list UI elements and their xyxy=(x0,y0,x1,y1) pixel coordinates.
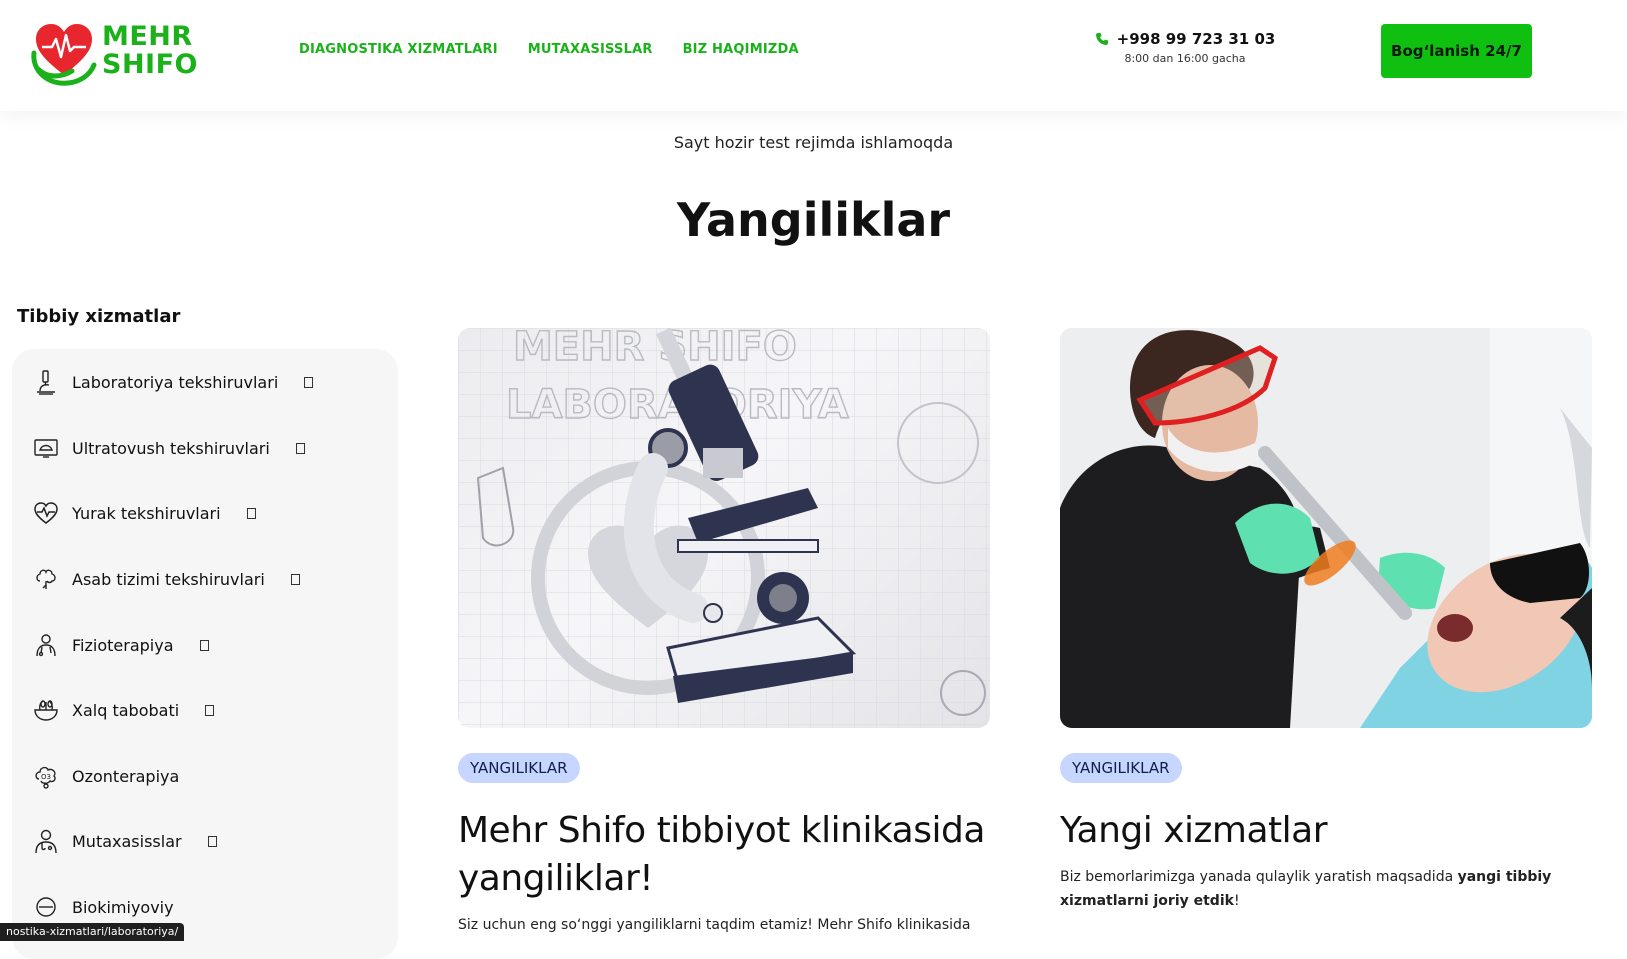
sidebar-item-specialists[interactable]: Mutaxasisslar xyxy=(32,821,217,861)
microscope-icon xyxy=(32,368,60,396)
chevron-right-icon xyxy=(295,442,305,454)
news-excerpt: Siz uchun eng so‘nggi yangiliklarni taqd… xyxy=(458,917,971,933)
news-title[interactable]: Mehr Shifo tibbiyot klinikasida yangilik… xyxy=(458,807,990,903)
sidebar-item-label: Ozonterapiya xyxy=(72,766,180,786)
news-card-image[interactable]: MEHR SHIFO LABORATORIYA xyxy=(458,328,990,728)
news-card-image[interactable] xyxy=(1060,328,1592,728)
contact-button[interactable]: Bog‘lanish 24/7 xyxy=(1381,24,1532,78)
sidebar-item-ultrasound[interactable]: Ultratovush tekshiruvlari xyxy=(32,428,305,468)
page-title: Yangiliklar xyxy=(676,193,951,247)
ozone-icon: O3 xyxy=(32,762,60,790)
sidebar-item-ozone-therapy[interactable]: O3 Ozonterapiya xyxy=(32,756,179,796)
chevron-right-icon xyxy=(207,835,217,847)
sidebar-item-label: Biokimiyoviy xyxy=(72,897,174,917)
phone-block: +998 99 723 31 03 8:00 dan 16:00 gacha xyxy=(1085,30,1285,65)
news-excerpt: Biz bemorlarimizga yanada qulaylik yarat… xyxy=(1060,865,1592,913)
nav-diagnostics[interactable]: DIAGNOSTIKA XIZMATLARI xyxy=(299,42,498,57)
watermark-text-1: MEHR SHIFO xyxy=(513,328,797,370)
category-tag[interactable]: YANGILIKLAR xyxy=(1060,753,1182,783)
sidebar-item-label: Yurak tekshiruvlari xyxy=(72,503,221,523)
heart-pulse-icon xyxy=(32,499,60,527)
chevron-right-icon xyxy=(205,704,215,716)
logo-line-2: SHIFO xyxy=(102,49,198,80)
dentist-photo xyxy=(1060,328,1592,728)
sidebar-item-label: Mutaxasisslar xyxy=(72,831,182,851)
sidebar-item-label: Ultratovush tekshiruvlari xyxy=(72,438,270,458)
main-nav: DIAGNOSTIKA XIZMATLARI MUTAXASISSLAR BIZ… xyxy=(299,42,799,57)
working-hours: 8:00 dan 16:00 gacha xyxy=(1124,52,1246,65)
nav-about[interactable]: BIZ HAQIMIZDA xyxy=(683,42,799,57)
news-card-2[interactable]: YANGILIKLAR Yangi xizmatlar Biz bemorlar… xyxy=(1060,328,1592,913)
ultrasound-icon xyxy=(32,434,60,462)
sidebar-title: Tibbiy xizmatlar xyxy=(17,306,181,327)
status-bar-url: nostika-xizmatlari/laboratoriya/ xyxy=(0,923,185,941)
sidebar-item-nervous-system[interactable]: Asab tizimi tekshiruvlari xyxy=(32,559,300,599)
svg-text:O3: O3 xyxy=(41,773,51,781)
sidebar-panel: Laboratoriya tekshiruvlari Ultratovush t… xyxy=(12,349,398,959)
physiotherapy-icon xyxy=(32,631,60,659)
logo-text: MEHR SHIFO xyxy=(102,23,198,79)
chevron-right-icon xyxy=(246,507,256,519)
sidebar-item-folk-medicine[interactable]: Xalq tabobati xyxy=(32,690,215,730)
herbal-bowl-icon xyxy=(32,696,60,724)
microscope-illustration: MEHR SHIFO LABORATORIYA xyxy=(458,328,990,728)
chevron-right-icon xyxy=(199,639,209,651)
chevron-right-icon xyxy=(304,376,314,388)
category-tag[interactable]: YANGILIKLAR xyxy=(458,753,580,783)
logo-line-1: MEHR xyxy=(102,21,193,52)
sidebar-item-laboratory[interactable]: Laboratoriya tekshiruvlari xyxy=(32,362,314,402)
chevron-right-icon xyxy=(290,573,300,585)
nav-specialists[interactable]: MUTAXASISSLAR xyxy=(528,42,653,57)
excerpt-text: Biz bemorlarimizga yanada qulaylik yarat… xyxy=(1060,869,1458,885)
phone-icon xyxy=(1095,33,1108,45)
news-title[interactable]: Yangi xizmatlar xyxy=(1060,807,1592,855)
logo[interactable]: MEHR SHIFO xyxy=(28,10,208,92)
doctor-icon xyxy=(32,827,60,855)
flask-icon xyxy=(32,893,60,921)
site-header: MEHR SHIFO DIAGNOSTIKA XIZMATLARI MUTAXA… xyxy=(0,0,1627,111)
test-mode-notice: Sayt hozir test rejimda ishlamoqda xyxy=(673,133,954,152)
brain-icon xyxy=(32,565,60,593)
news-card-1[interactable]: MEHR SHIFO LABORATORIYA YANGILIKLAR Mehr… xyxy=(458,328,990,937)
sidebar-item-physiotherapy[interactable]: Fizioterapiya xyxy=(32,625,209,665)
sidebar-item-heart[interactable]: Yurak tekshiruvlari xyxy=(32,493,256,533)
sidebar-item-label: Xalq tabobati xyxy=(72,700,180,720)
phone-number[interactable]: +998 99 723 31 03 xyxy=(1117,30,1276,48)
sidebar-item-label: Laboratoriya tekshiruvlari xyxy=(72,372,279,392)
excerpt-end: ! xyxy=(1233,893,1240,909)
sidebar-item-biochemistry[interactable]: Biokimiyoviy xyxy=(32,887,174,927)
sidebar-item-label: Fizioterapiya xyxy=(72,635,174,655)
heart-logo-icon xyxy=(31,24,97,86)
sidebar-item-label: Asab tizimi tekshiruvlari xyxy=(72,569,265,589)
